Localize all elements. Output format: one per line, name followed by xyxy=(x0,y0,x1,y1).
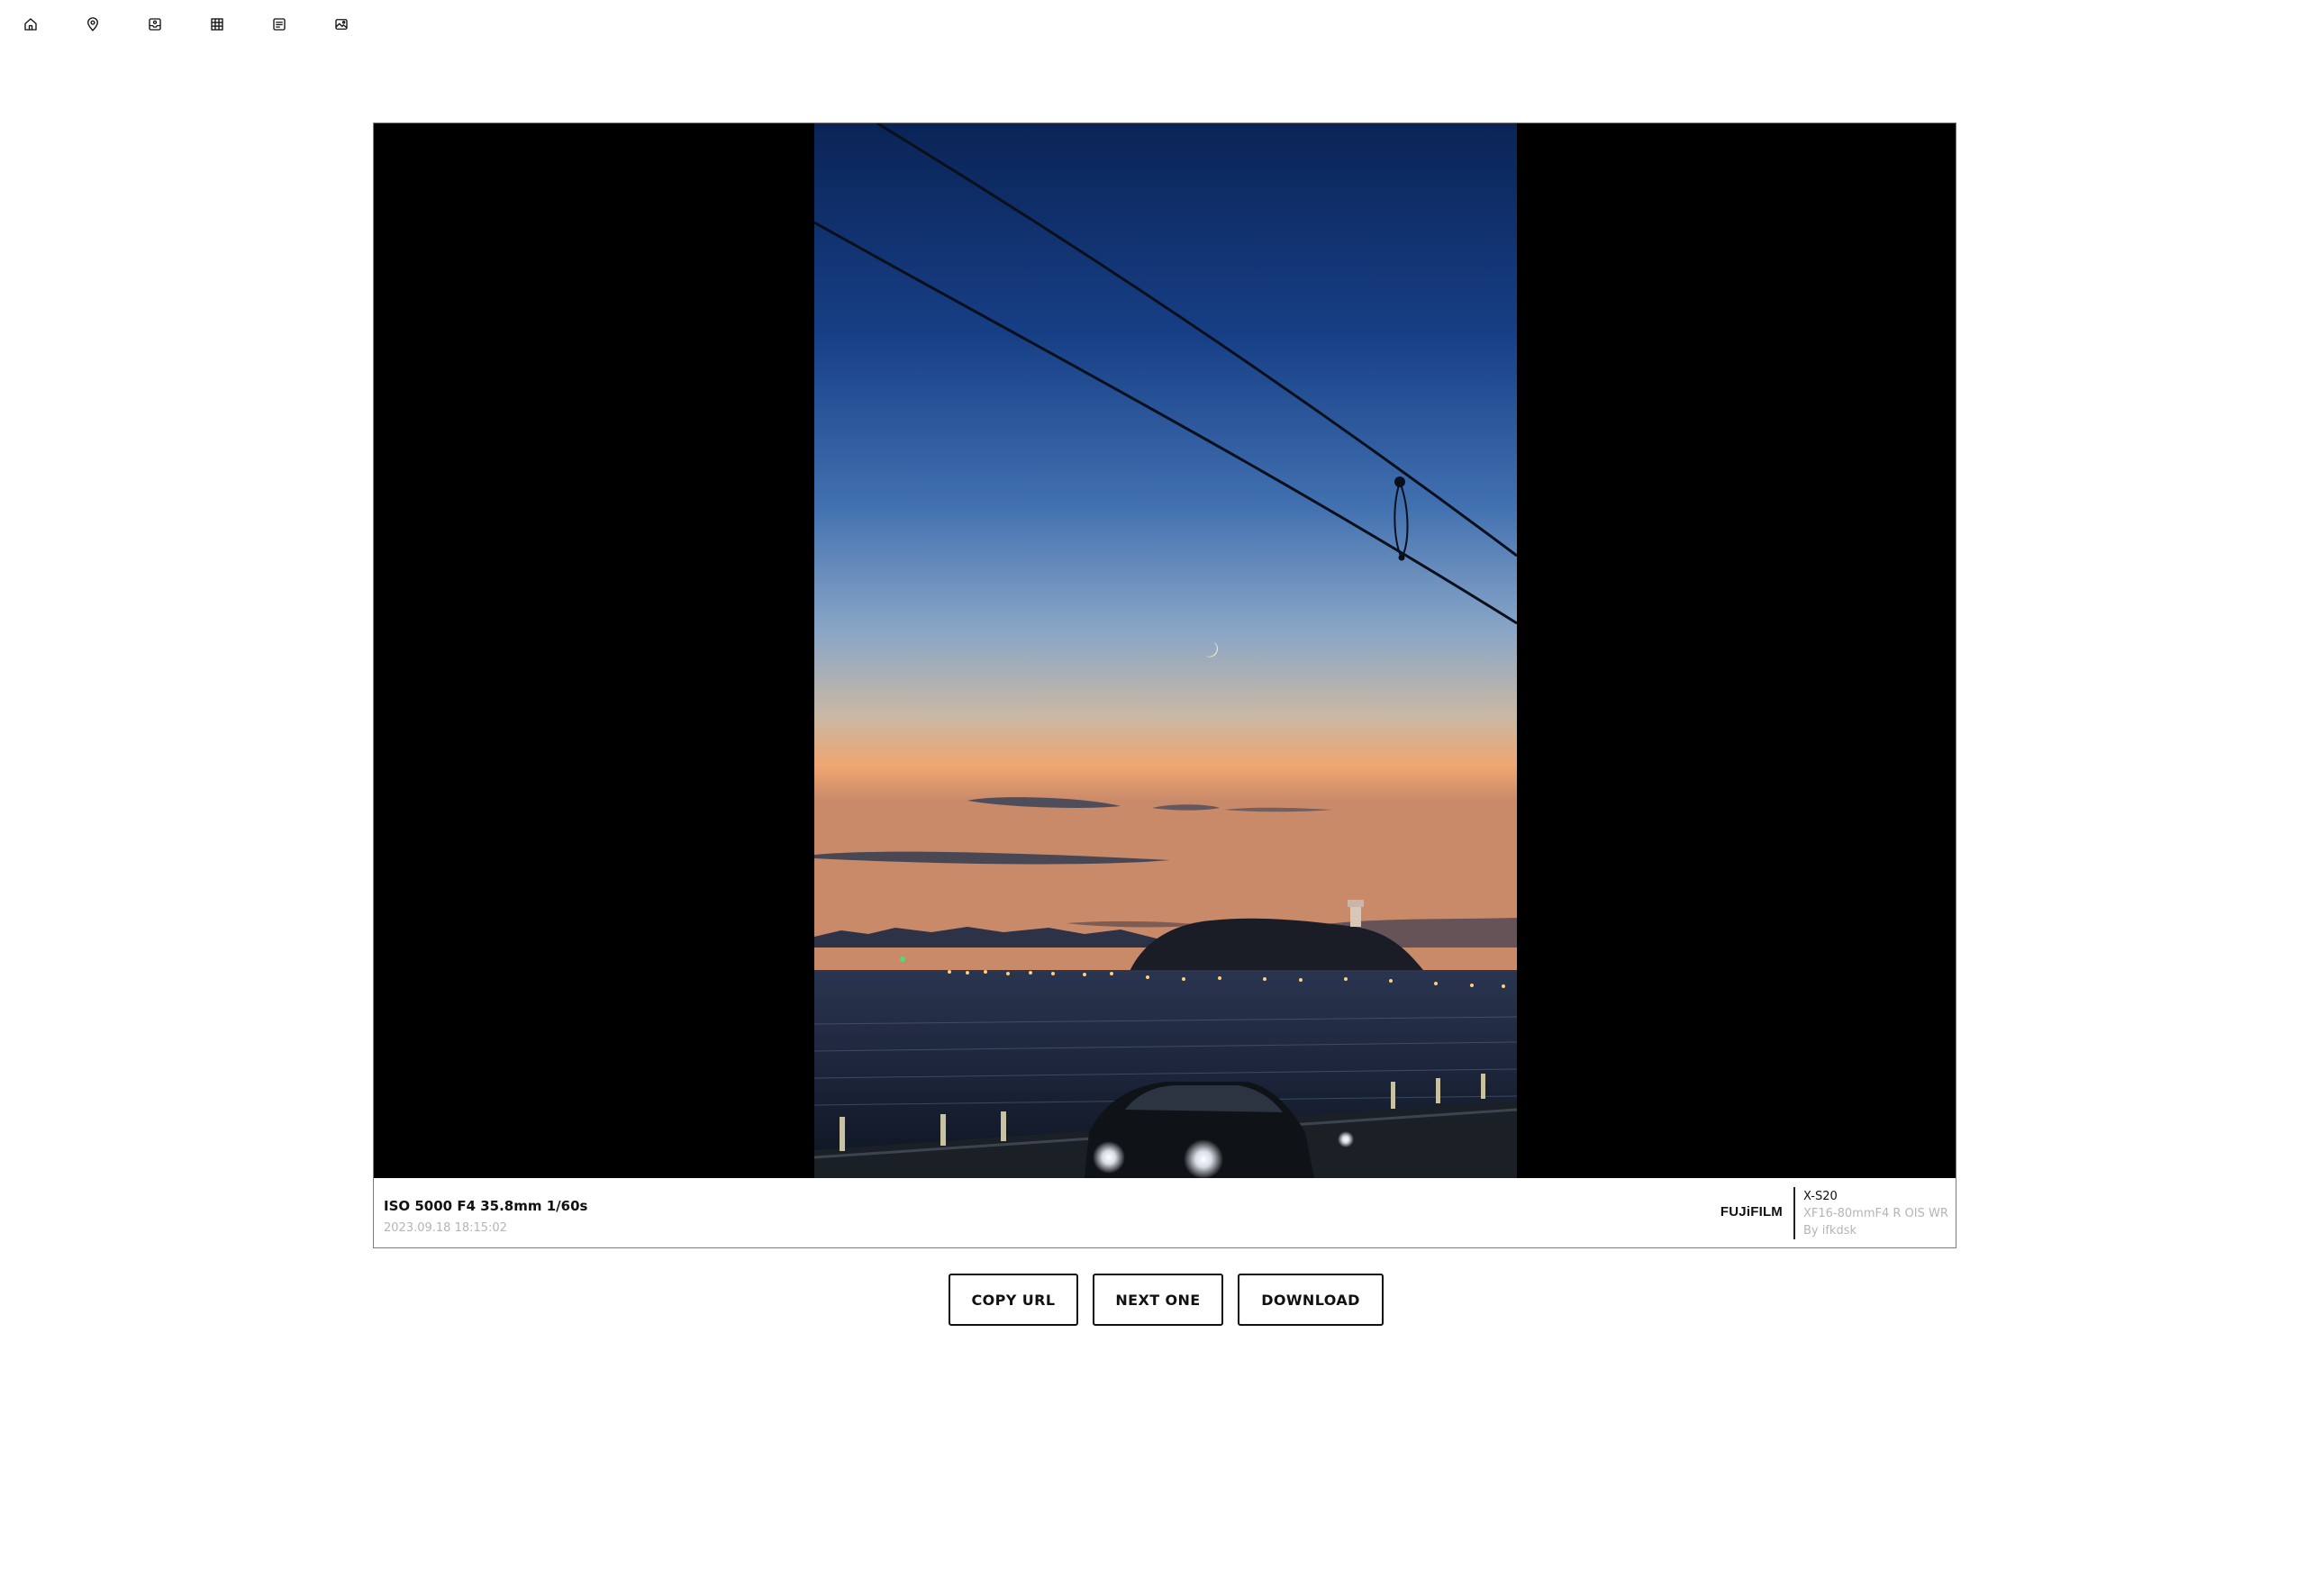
brand-logo: FUJiFILM xyxy=(1720,1204,1783,1220)
photo-frame xyxy=(374,123,1956,1178)
list-icon[interactable] xyxy=(270,15,288,33)
home-icon[interactable] xyxy=(22,15,40,33)
grid-icon[interactable] xyxy=(208,15,226,33)
exif-bar: ISO 5000 F4 35.8mm 1/60s 2023.09.18 18:1… xyxy=(374,1178,1956,1247)
exif-datetime: 2023.09.18 18:15:02 xyxy=(384,1221,507,1235)
action-bar: COPY URL NEXT ONE DOWNLOAD xyxy=(949,1274,1384,1326)
next-one-button[interactable]: NEXT ONE xyxy=(1093,1274,1223,1326)
photo-card: ISO 5000 F4 35.8mm 1/60s 2023.09.18 18:1… xyxy=(373,122,1956,1248)
copy-url-button[interactable]: COPY URL xyxy=(949,1274,1078,1326)
camera-info: X-S20 XF16-80mmF4 R OIS WR By ifkdsk xyxy=(1803,1188,1948,1239)
author-credit: By ifkdsk xyxy=(1803,1224,1857,1238)
divider xyxy=(1793,1187,1795,1239)
inbox-icon[interactable] xyxy=(146,15,164,33)
lens-model: XF16-80mmF4 R OIS WR xyxy=(1803,1207,1948,1220)
map-pin-icon[interactable] xyxy=(84,15,102,33)
photo-image[interactable] xyxy=(814,123,1517,1178)
camera-model: X-S20 xyxy=(1803,1190,1838,1203)
image-icon[interactable] xyxy=(332,15,350,33)
top-nav xyxy=(22,15,395,33)
exif-settings: ISO 5000 F4 35.8mm 1/60s xyxy=(384,1198,588,1214)
download-button[interactable]: DOWNLOAD xyxy=(1238,1274,1384,1326)
